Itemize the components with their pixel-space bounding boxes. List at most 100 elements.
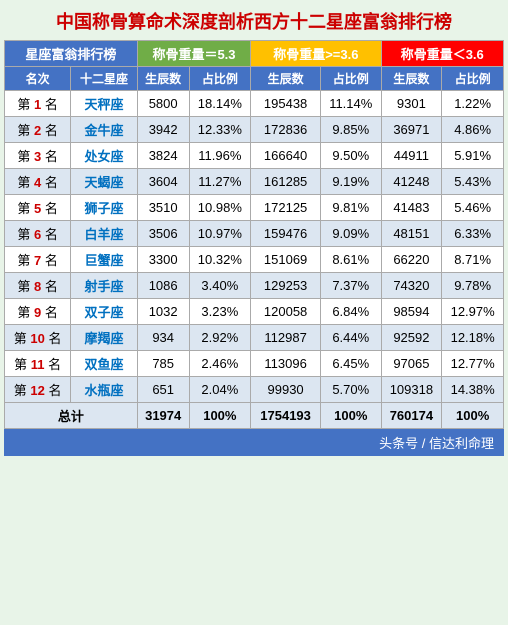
g2-pct-cell: 6.45% xyxy=(321,351,381,377)
g3-pct-cell: 5.46% xyxy=(442,195,504,221)
table-row: 第 2 名 金牛座 3942 12.33% 172836 9.85% 36971… xyxy=(5,117,504,143)
zodiac-cell: 狮子座 xyxy=(71,195,138,221)
total-g3-pct: 100% xyxy=(442,403,504,429)
g2-pct-cell: 6.84% xyxy=(321,299,381,325)
g3-count-cell: 36971 xyxy=(381,117,442,143)
col-g2-count: 生辰数 xyxy=(251,67,321,91)
g2-count-cell: 195438 xyxy=(251,91,321,117)
rank-cell: 第 6 名 xyxy=(5,221,71,247)
rank-suffix: 名 xyxy=(48,383,61,398)
g1-pct-cell: 10.97% xyxy=(189,221,251,247)
g3-count-cell: 109318 xyxy=(381,377,442,403)
rank-prefix: 第 xyxy=(14,331,27,346)
rank-prefix: 第 xyxy=(17,279,30,294)
col-group-2: 称骨重量>=3.6 xyxy=(251,41,381,67)
g3-count-cell: 66220 xyxy=(381,247,442,273)
g1-count-cell: 3942 xyxy=(137,117,189,143)
g3-count-cell: 41483 xyxy=(381,195,442,221)
rank-number: 1 xyxy=(34,97,45,112)
total-g3-count: 760174 xyxy=(381,403,442,429)
rank-cell: 第 5 名 xyxy=(5,195,71,221)
rank-suffix: 名 xyxy=(48,357,61,372)
g2-pct-cell: 9.85% xyxy=(321,117,381,143)
main-table-container: 星座富翁排行榜 称骨重量＝5.3 称骨重量>=3.6 称骨重量＜3.6 名次 十… xyxy=(4,40,504,456)
g1-pct-cell: 11.96% xyxy=(189,143,251,169)
g3-pct-cell: 5.91% xyxy=(442,143,504,169)
g1-pct-cell: 10.98% xyxy=(189,195,251,221)
rank-cell: 第 9 名 xyxy=(5,299,71,325)
col-g3-pct: 占比例 xyxy=(442,67,504,91)
col-zodiac: 十二星座 xyxy=(71,67,138,91)
g1-pct-cell: 2.04% xyxy=(189,377,251,403)
table-row: 第 6 名 白羊座 3506 10.97% 159476 9.09% 48151… xyxy=(5,221,504,247)
table-row: 第 4 名 天蝎座 3604 11.27% 161285 9.19% 41248… xyxy=(5,169,504,195)
col-group-1: 称骨重量＝5.3 xyxy=(137,41,250,67)
rank-prefix: 第 xyxy=(17,227,30,242)
g3-pct-cell: 12.18% xyxy=(442,325,504,351)
g1-pct-cell: 2.92% xyxy=(189,325,251,351)
zodiac-cell: 射手座 xyxy=(71,273,138,299)
g3-pct-cell: 12.97% xyxy=(442,299,504,325)
g2-count-cell: 99930 xyxy=(251,377,321,403)
g2-count-cell: 166640 xyxy=(251,143,321,169)
col-g1-count: 生辰数 xyxy=(137,67,189,91)
rank-number: 12 xyxy=(30,383,48,398)
rank-prefix: 第 xyxy=(17,201,30,216)
g3-count-cell: 92592 xyxy=(381,325,442,351)
g3-pct-cell: 14.38% xyxy=(442,377,504,403)
zodiac-cell: 天蝎座 xyxy=(71,169,138,195)
data-table: 星座富翁排行榜 称骨重量＝5.3 称骨重量>=3.6 称骨重量＜3.6 名次 十… xyxy=(4,40,504,429)
rank-prefix: 第 xyxy=(14,357,27,372)
rank-suffix: 名 xyxy=(45,123,58,138)
zodiac-cell: 双子座 xyxy=(71,299,138,325)
g2-pct-cell: 9.09% xyxy=(321,221,381,247)
rank-cell: 第 12 名 xyxy=(5,377,71,403)
g2-count-cell: 172125 xyxy=(251,195,321,221)
g3-count-cell: 97065 xyxy=(381,351,442,377)
g1-count-cell: 3824 xyxy=(137,143,189,169)
rank-cell: 第 8 名 xyxy=(5,273,71,299)
rank-cell: 第 10 名 xyxy=(5,325,71,351)
g2-pct-cell: 8.61% xyxy=(321,247,381,273)
col-group-3: 称骨重量＜3.6 xyxy=(381,41,504,67)
g2-pct-cell: 9.81% xyxy=(321,195,381,221)
g1-pct-cell: 11.27% xyxy=(189,169,251,195)
footer-text: 头条号 / 信达利命理 xyxy=(4,429,504,456)
rank-cell: 第 4 名 xyxy=(5,169,71,195)
g1-count-cell: 934 xyxy=(137,325,189,351)
rank-suffix: 名 xyxy=(45,201,58,216)
table-row: 第 1 名 天秤座 5800 18.14% 195438 11.14% 9301… xyxy=(5,91,504,117)
g3-count-cell: 41248 xyxy=(381,169,442,195)
table-row: 第 12 名 水瓶座 651 2.04% 99930 5.70% 109318 … xyxy=(5,377,504,403)
table-row: 第 7 名 巨蟹座 3300 10.32% 151069 8.61% 66220… xyxy=(5,247,504,273)
g1-count-cell: 1032 xyxy=(137,299,189,325)
rank-cell: 第 2 名 xyxy=(5,117,71,143)
g3-pct-cell: 12.77% xyxy=(442,351,504,377)
g2-pct-cell: 5.70% xyxy=(321,377,381,403)
total-g2-count: 1754193 xyxy=(251,403,321,429)
zodiac-cell: 巨蟹座 xyxy=(71,247,138,273)
table-row: 第 11 名 双鱼座 785 2.46% 113096 6.45% 97065 … xyxy=(5,351,504,377)
rank-number: 11 xyxy=(31,357,48,372)
g2-pct-cell: 9.19% xyxy=(321,169,381,195)
g3-count-cell: 98594 xyxy=(381,299,442,325)
g3-pct-cell: 4.86% xyxy=(442,117,504,143)
rank-suffix: 名 xyxy=(45,97,58,112)
g3-count-cell: 44911 xyxy=(381,143,442,169)
g1-pct-cell: 12.33% xyxy=(189,117,251,143)
rank-number: 4 xyxy=(34,175,45,190)
g2-count-cell: 112987 xyxy=(251,325,321,351)
rank-prefix: 第 xyxy=(17,175,30,190)
g1-pct-cell: 3.40% xyxy=(189,273,251,299)
table-row: 第 8 名 射手座 1086 3.40% 129253 7.37% 74320 … xyxy=(5,273,504,299)
g2-pct-cell: 9.50% xyxy=(321,143,381,169)
g1-pct-cell: 3.23% xyxy=(189,299,251,325)
rank-suffix: 名 xyxy=(45,149,58,164)
rank-number: 7 xyxy=(34,253,45,268)
g1-count-cell: 3506 xyxy=(137,221,189,247)
g1-count-cell: 785 xyxy=(137,351,189,377)
g2-count-cell: 159476 xyxy=(251,221,321,247)
g2-count-cell: 113096 xyxy=(251,351,321,377)
g1-count-cell: 5800 xyxy=(137,91,189,117)
rank-number: 10 xyxy=(30,331,48,346)
